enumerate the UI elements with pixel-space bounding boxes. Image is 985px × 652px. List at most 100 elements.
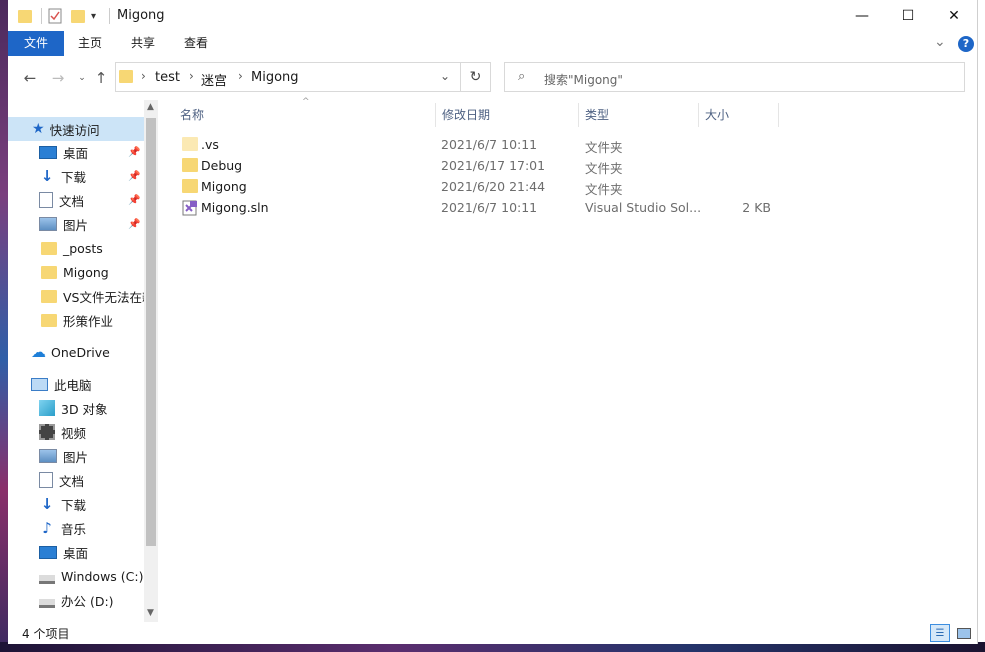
minimize-button[interactable]: — [839,0,885,31]
file-type: 文件夹 [585,182,623,197]
breadcrumb-test[interactable]: test [155,70,180,85]
nav-item-drive-c[interactable]: Windows (C:) [8,564,144,588]
nav-label: 视频 [61,425,87,441]
nav-item-pictures-pc[interactable]: 图片 [8,444,144,468]
document-icon [39,192,53,208]
nav-item-documents-pc[interactable]: 文档 [8,468,144,492]
item-count: 4 个项目 [22,627,70,641]
pin-icon[interactable]: 📌 [128,195,140,206]
expand-ribbon-icon[interactable]: ⌄ [934,34,946,50]
nav-label: 形策作业 [63,313,114,329]
nav-label: 下载 [61,169,87,185]
nav-item-videos[interactable]: 视频 [8,420,144,444]
maximize-button[interactable]: ☐ [885,0,931,31]
file-row[interactable]: Debug 2021/6/17 17:01 文件夹 [178,155,788,176]
title-bar: ▾ Migong — ☐ ✕ [8,0,977,31]
nav-label: VS文件无法在新 [63,289,144,305]
search-placeholder: 搜索"Migong" [544,73,623,87]
file-row[interactable]: .vs 2021/6/7 10:11 文件夹 [178,134,788,155]
status-bar: 4 个项目 ☰ [8,622,977,644]
pin-icon[interactable]: 📌 [128,147,140,158]
nav-label: 图片 [63,449,89,465]
folder-icon [41,241,57,255]
file-row[interactable]: Migong 2021/6/20 21:44 文件夹 [178,176,788,197]
tab-home[interactable]: 主页 [68,31,112,56]
details-view-button[interactable]: ☰ [930,624,950,642]
customize-toolbar-icon[interactable]: ▾ [91,7,96,25]
window-folder-icon [18,7,32,25]
recent-locations-icon[interactable]: ⌄ [72,68,92,88]
nav-item-3d-objects[interactable]: 3D 对象 [8,396,144,420]
tab-share[interactable]: 共享 [121,31,165,56]
column-header-type[interactable]: 类型 [579,103,699,127]
folder-icon [182,179,198,193]
nav-item-migong[interactable]: Migong [8,260,144,284]
computer-icon [31,377,48,391]
properties-icon[interactable] [48,7,62,25]
scroll-down-icon[interactable]: ▼ [147,608,154,618]
ribbon-tabs: 文件 主页 共享 查看 ⌄ ? [8,31,977,56]
nav-scrollbar[interactable]: ▲ ▼ [144,100,158,622]
nav-item-documents[interactable]: 文档 📌 [8,188,144,212]
details-view-icon: ☰ [935,627,945,639]
file-type: Visual Studio Sol... [585,200,702,215]
nav-quick-access[interactable]: ★ 快速访问 [8,117,144,141]
file-name: .vs [201,137,219,152]
breadcrumb-separator[interactable]: › [189,69,194,83]
file-type: 文件夹 [585,161,623,176]
nav-item-homework[interactable]: 形策作业 [8,308,144,332]
back-arrow-icon[interactable]: ← [20,68,40,88]
breadcrumb-separator[interactable]: › [141,69,146,83]
search-icon: ⌕ [518,69,526,84]
file-type: 文件夹 [585,140,623,155]
help-icon[interactable]: ? [958,36,974,52]
file-date: 2021/6/17 17:01 [441,158,546,173]
column-header-size[interactable]: 大小 [699,103,779,127]
new-folder-icon[interactable] [71,7,85,25]
column-header-name[interactable]: 名称 [174,103,436,127]
file-name: Debug [201,158,243,173]
nav-item-vs-files[interactable]: VS文件无法在新 [8,284,144,308]
file-row[interactable]: Migong.sln 2021/6/7 10:11 Visual Studio … [178,197,788,218]
nav-item-drive-d[interactable]: 办公 (D:) [8,588,144,612]
nav-item-downloads-pc[interactable]: ↓ 下载 [8,492,144,516]
pin-icon[interactable]: 📌 [128,171,140,182]
large-icons-view-button[interactable] [954,624,974,642]
breadcrumb-maze[interactable]: 迷宫 [201,70,227,89]
desktop-background-right [977,0,985,652]
breadcrumb-separator[interactable]: › [238,69,243,83]
file-size: 2 KB [742,200,771,215]
close-button[interactable]: ✕ [931,0,977,31]
nav-onedrive[interactable]: ☁ OneDrive [8,340,144,364]
file-date: 2021/6/20 21:44 [441,179,546,194]
refresh-button[interactable]: ↻ [461,62,491,92]
pin-icon[interactable]: 📌 [128,219,140,230]
scroll-up-icon[interactable]: ▲ [147,102,154,112]
nav-item-posts[interactable]: _posts [8,236,144,260]
nav-label: 音乐 [61,521,87,537]
folder-icon [182,158,198,172]
nav-item-desktop-pc[interactable]: 桌面 [8,540,144,564]
nav-item-downloads[interactable]: ↓ 下载 📌 [8,164,144,188]
tab-view[interactable]: 查看 [174,31,218,56]
tab-file[interactable]: 文件 [8,31,64,56]
refresh-icon: ↻ [469,69,482,85]
nav-label: OneDrive [51,344,110,360]
desktop-icon [39,145,57,159]
breadcrumb-migong[interactable]: Migong [251,70,299,85]
nav-label: Windows (C:) [61,568,144,584]
column-header-date[interactable]: 修改日期 [436,103,579,127]
navigation-pane: ★ 快速访问 桌面 📌 ↓ 下载 📌 文档 📌 图片 📌 _posts Migo… [8,100,158,622]
scrollbar-thumb[interactable] [146,118,156,546]
address-dropdown-icon[interactable]: ⌄ [440,69,450,83]
up-arrow-icon[interactable]: ↑ [91,68,111,88]
forward-arrow-icon[interactable]: → [48,68,68,88]
nav-item-music[interactable]: ♪ 音乐 [8,516,144,540]
folder-hidden-icon [182,137,198,151]
nav-item-desktop[interactable]: 桌面 📌 [8,140,144,164]
nav-this-pc[interactable]: 此电脑 [8,372,144,396]
nav-label: 下载 [61,497,87,513]
nav-item-pictures[interactable]: 图片 📌 [8,212,144,236]
nav-label: 文档 [59,193,85,209]
pictures-icon [39,449,57,463]
